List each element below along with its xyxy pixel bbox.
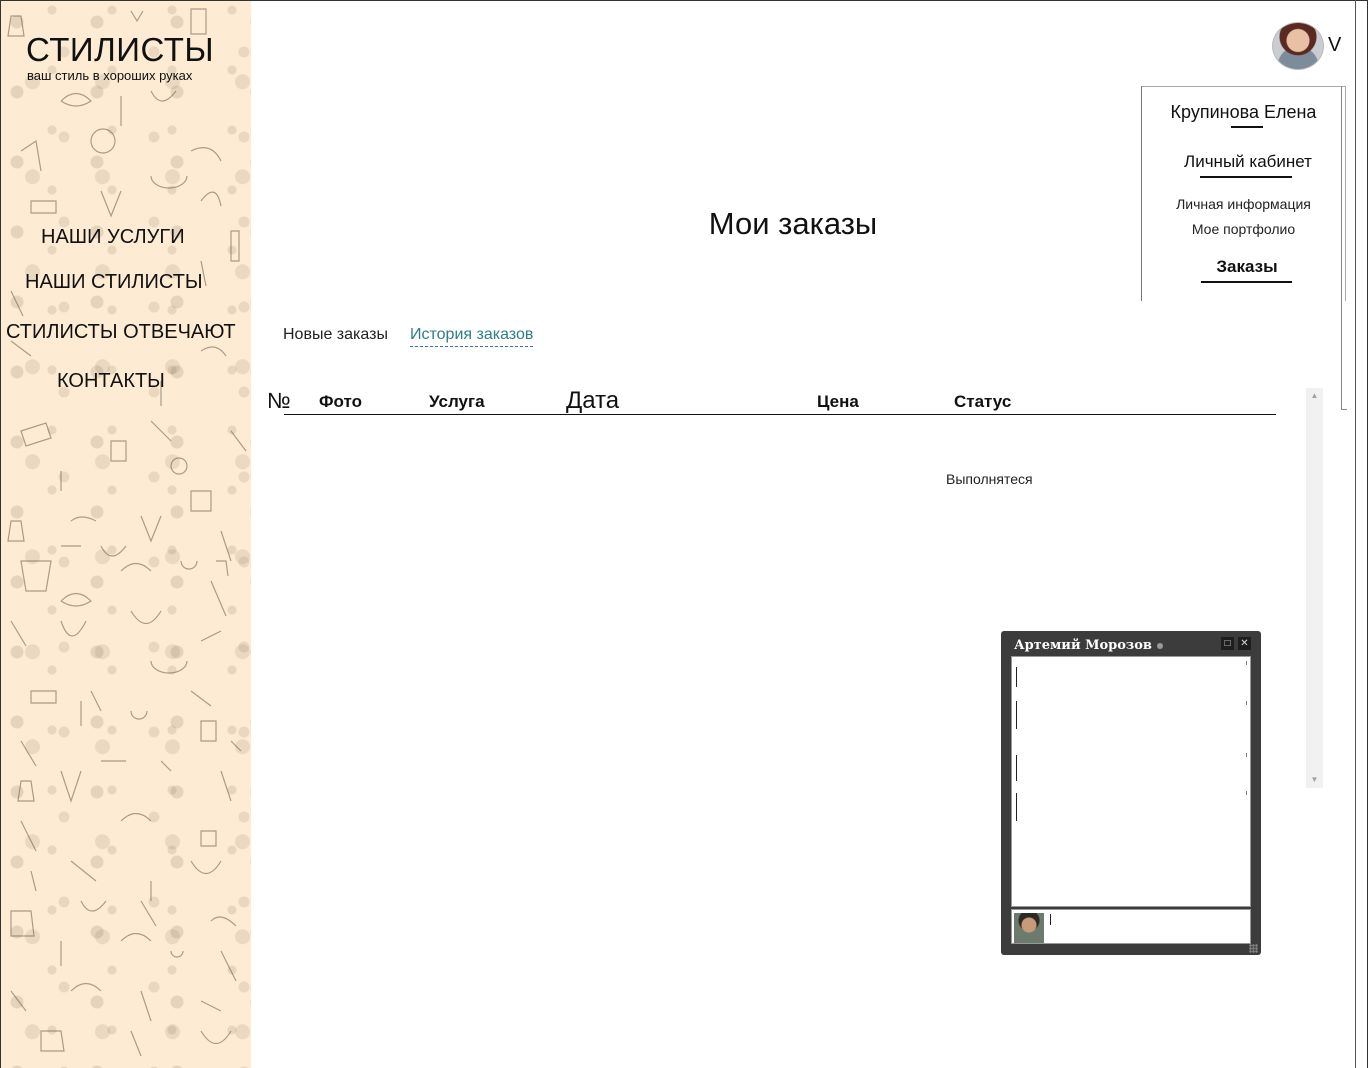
online-status-icon [1156,642,1163,649]
sidebar-pattern [7,8,247,1057]
window-frame-right [1355,0,1356,1068]
profile-portfolio-link[interactable]: Мое портфолио [1141,221,1346,237]
chat-contact-label: Артемий Морозов [1014,638,1152,653]
chat-message-time-mark [1246,701,1247,705]
profile-orders-link[interactable]: Заказы [1141,257,1353,277]
orders-scrollbar[interactable]: ▲ ▼ [1306,388,1323,788]
fashion-doodles [7,8,247,1057]
chat-message-time-mark [1246,791,1247,795]
chat-input-box [1011,909,1251,944]
page-title: Мои заказы [708,206,878,241]
profile-name-underline [1231,126,1263,128]
sidebar: СТИЛИСТЫ ваш стиль в хороших руках НАШИ … [1,1,251,1068]
nav-item-stylists-answer[interactable]: СТИЛИСТЫ ОТВЕЧАЮТ [6,321,236,344]
table-row-status: Выполнятеся [946,471,1033,487]
chat-message-mark [1016,755,1017,781]
chat-widget: Артемий Морозов □ ✕ [1001,631,1261,955]
nav-item-contacts[interactable]: КОНТАКТЫ [57,370,165,393]
chat-message-time-mark [1246,661,1247,665]
chat-contact-name: Артемий Морозов [1014,638,1163,653]
profile-cabinet-underline [1200,176,1292,178]
scroll-up-arrow-icon[interactable]: ▲ [1306,388,1323,404]
chat-messages-area[interactable] [1011,656,1251,907]
chat-message-time-mark [1246,753,1247,757]
profile-panel-border [1341,86,1342,410]
column-header-status: Статус [954,392,1012,411]
profile-personal-info-link[interactable]: Личная информация [1141,196,1346,212]
chevron-down-icon[interactable]: V [1328,34,1341,57]
column-header-price: Цена [817,392,859,411]
chat-message-input[interactable] [1048,912,1248,940]
brand-tagline: ваш стиль в хороших руках [27,68,193,83]
column-header-service: Услуга [429,392,485,411]
nav-item-services[interactable]: НАШИ УСЛУГИ [41,226,185,249]
column-header-date: Дата [566,387,620,414]
scroll-down-arrow-icon[interactable]: ▼ [1306,772,1323,788]
chat-close-icon[interactable]: ✕ [1238,637,1251,650]
tab-new-orders[interactable]: Новые заказы [283,326,388,344]
column-header-number: № [267,388,291,413]
profile-cabinet-link[interactable]: Личный кабинет [1141,152,1355,172]
chat-message-mark [1016,701,1017,729]
user-avatar[interactable] [1272,22,1324,70]
profile-panel-border-hook [1341,409,1347,410]
resize-grip-icon[interactable] [1249,944,1258,953]
table-header-divider [284,414,1276,415]
chat-user-avatar [1014,913,1044,943]
chat-message-mark [1016,667,1017,687]
profile-orders-underline [1201,281,1292,283]
tab-order-history[interactable]: История заказов [410,326,534,347]
brand-title[interactable]: СТИЛИСТЫ [26,31,214,69]
column-header-photo: Фото [319,392,362,411]
chat-message-mark [1016,793,1017,821]
nav-item-stylists[interactable]: НАШИ СТИЛИСТЫ [25,271,203,294]
text-caret [1050,914,1051,925]
profile-name: Крупинова Елена [1170,102,1317,122]
chat-minimize-icon[interactable]: □ [1221,637,1234,650]
